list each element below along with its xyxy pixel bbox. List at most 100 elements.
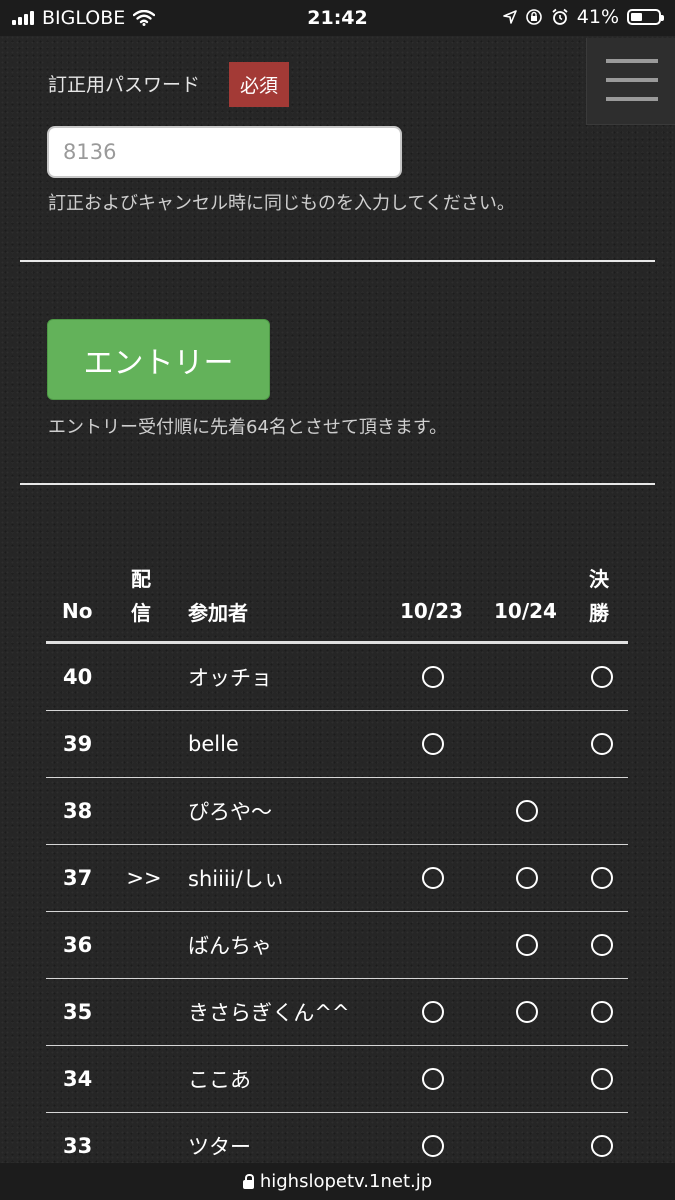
circle-mark-icon [516, 1001, 538, 1023]
table-header: No 配 信 参加者 10/23 10/24 決 勝 [46, 555, 628, 644]
day1-attendance [420, 711, 446, 777]
day2-attendance [514, 845, 540, 911]
entries-table: No 配 信 参加者 10/23 10/24 決 勝 40 オッチョ 39 belle… [46, 555, 628, 1180]
circle-mark-icon [591, 666, 613, 688]
participant-name: オッチョ [188, 666, 272, 690]
circle-mark-icon [591, 867, 613, 889]
circle-mark-icon [422, 1068, 444, 1090]
stream-marker: >> [126, 866, 162, 890]
entry-number: 38 [63, 799, 93, 823]
circle-mark-icon [422, 867, 444, 889]
circle-mark-icon [591, 1001, 613, 1023]
header-day2: 10/24 [494, 599, 557, 623]
stream-marker [126, 912, 162, 978]
circle-mark-icon [422, 1001, 444, 1023]
table-row: 36 ばんちゃ [46, 912, 628, 979]
required-badge: 必須 [229, 62, 289, 107]
table-body: 40 オッチョ 39 belle 38 ぴろや〜 37 >> shiiii/しぃ 36 ばんちゃ 35… [46, 644, 628, 1180]
entry-number: 36 [63, 933, 93, 957]
day2-attendance [514, 711, 540, 777]
entry-number: 39 [63, 732, 93, 756]
entry-number: 34 [63, 1067, 93, 1091]
location-arrow-icon [502, 10, 517, 24]
participant-name: ここあ [188, 1068, 251, 1092]
battery-percent: 41% [576, 6, 619, 28]
circle-mark-icon [591, 733, 613, 755]
header-final-top: 決 [589, 567, 609, 591]
day1-attendance [420, 845, 446, 911]
day1-attendance [420, 979, 446, 1045]
header-final-bottom: 勝 [589, 601, 609, 625]
day2-attendance [514, 644, 540, 710]
circle-mark-icon [422, 733, 444, 755]
divider [20, 260, 655, 262]
final-attendance [589, 979, 615, 1045]
alarm-icon [552, 8, 568, 25]
battery-fill [631, 13, 642, 21]
hamburger-line [606, 97, 658, 101]
password-label: 訂正用パスワード [48, 74, 201, 96]
header-day1: 10/23 [400, 599, 463, 623]
day1-attendance [420, 1046, 446, 1112]
stream-marker [126, 1046, 162, 1112]
table-row: 35 きさらぎくん^^ [46, 979, 628, 1046]
hamburger-line [606, 78, 658, 82]
status-right: 41% [502, 6, 664, 28]
hamburger-line [606, 59, 658, 63]
day1-attendance [420, 778, 446, 844]
participant-name: ばんちゃ [188, 934, 272, 958]
status-bar: BIGLOBE 21:42 41% [0, 0, 675, 36]
rotation-lock-icon [525, 9, 542, 25]
password-input[interactable] [47, 126, 402, 178]
day2-attendance [514, 778, 540, 844]
password-help-text: 訂正およびキャンセル時に同じものを入力してください。 [48, 193, 515, 214]
circle-mark-icon [591, 1068, 613, 1090]
circle-mark-icon [516, 867, 538, 889]
stream-marker [126, 711, 162, 777]
table-row: 39 belle [46, 711, 628, 778]
entry-number: 37 [63, 866, 93, 890]
participant-name: ぴろや〜 [188, 800, 272, 824]
header-stream-bottom: 信 [131, 601, 151, 625]
day2-attendance [514, 912, 540, 978]
hamburger-menu-button[interactable] [586, 38, 675, 125]
day1-attendance [420, 644, 446, 710]
header-no: No [62, 599, 93, 623]
entry-number: 40 [63, 665, 93, 689]
final-attendance [589, 912, 615, 978]
table-row: 34 ここあ [46, 1046, 628, 1113]
table-row: 38 ぴろや〜 [46, 778, 628, 845]
entry-number: 35 [63, 1000, 93, 1024]
circle-mark-icon [591, 934, 613, 956]
header-stream-top: 配 [131, 567, 151, 591]
header-participant: 参加者 [188, 601, 248, 625]
participant-name: きさらぎくん^^ [188, 1001, 350, 1025]
circle-mark-icon [422, 1135, 444, 1157]
circle-mark-icon [516, 800, 538, 822]
final-attendance [589, 778, 615, 844]
circle-mark-icon [516, 934, 538, 956]
final-attendance [589, 644, 615, 710]
circle-mark-icon [422, 666, 444, 688]
table-row: 40 オッチョ [46, 644, 628, 711]
lock-icon [242, 1173, 254, 1189]
url-bar[interactable]: highslopetv.1net.jp [0, 1163, 675, 1200]
table-row: 37 >> shiiii/しぃ [46, 845, 628, 912]
stream-marker [126, 778, 162, 844]
final-attendance [589, 1046, 615, 1112]
day2-attendance [514, 979, 540, 1045]
entry-button[interactable]: エントリー [47, 319, 270, 400]
participant-name: shiiii/しぃ [188, 867, 285, 891]
day2-attendance [514, 1046, 540, 1112]
final-attendance [589, 711, 615, 777]
final-attendance [589, 845, 615, 911]
divider [20, 483, 655, 485]
battery-icon [627, 9, 664, 25]
circle-mark-icon [591, 1135, 613, 1157]
entry-help-text: エントリー受付順に先着64名とさせて頂きます。 [48, 417, 448, 438]
stream-marker [126, 979, 162, 1045]
day1-attendance [420, 912, 446, 978]
url-domain: highslopetv.1net.jp [259, 1171, 433, 1192]
stream-marker [126, 644, 162, 710]
participant-name: belle [188, 732, 239, 756]
